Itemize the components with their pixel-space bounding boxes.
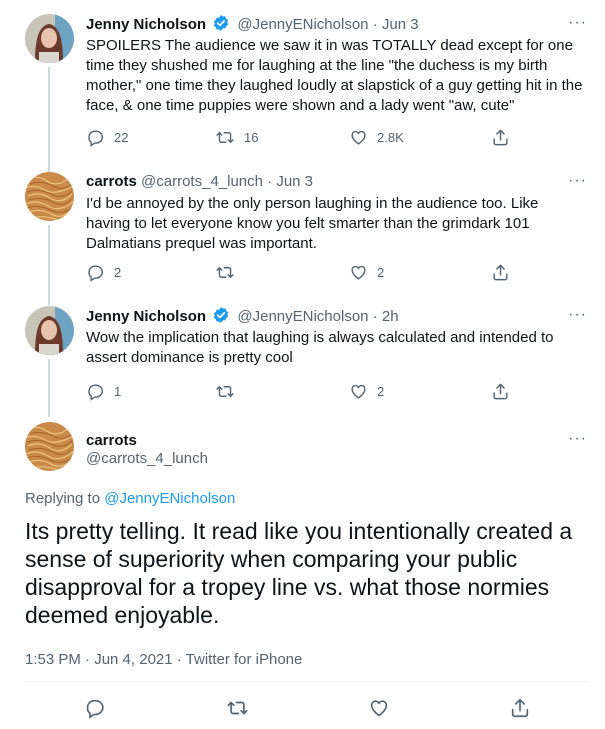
more-icon[interactable]: ··· (568, 431, 587, 447)
reply-button[interactable]: 1 (86, 382, 121, 401)
tweet-time[interactable]: · Jun 3 (373, 16, 419, 33)
like-button[interactable]: 2 (349, 263, 384, 282)
author-name[interactable]: Jenny Nicholson (86, 16, 206, 33)
tweet-time[interactable]: · Jun 3 (267, 173, 313, 190)
tweet-header: Jenny Nicholson @JennyENicholson · 2h (86, 306, 399, 327)
like-button[interactable] (368, 697, 390, 719)
focused-tweet-actions (0, 697, 605, 721)
thread-connector (48, 67, 50, 172)
more-icon[interactable]: ··· (568, 173, 587, 189)
share-icon (511, 698, 529, 718)
reply-icon (88, 384, 103, 401)
avatar-jenny[interactable] (25, 306, 74, 355)
retweet-icon (216, 132, 234, 143)
more-icon[interactable]: ··· (568, 307, 587, 323)
verified-badge-icon (214, 15, 229, 31)
author-name[interactable]: carrots (86, 173, 137, 190)
reply-button[interactable]: 2 (86, 263, 121, 282)
avatar-jenny[interactable] (25, 14, 74, 63)
thread-connector (48, 225, 50, 305)
tweet-text: I'd be annoyed by the only person laughi… (86, 195, 539, 252)
like-icon (370, 700, 388, 717)
author-handle[interactable]: @JennyENicholson (237, 16, 368, 33)
tweet-actions: 22 16 2.8K (86, 128, 526, 148)
retweet-icon (216, 386, 234, 397)
reply-count: 2 (114, 265, 122, 280)
author-handle[interactable]: @JennyENicholson (237, 308, 368, 325)
replying-prefix: Replying to (25, 490, 105, 507)
tweet-1[interactable]: Jenny Nicholson @JennyENicholson · Jun 3… (0, 14, 605, 172)
retweet-button[interactable]: 16 (215, 128, 258, 147)
retweet-count: 16 (244, 130, 259, 145)
verified-badge-icon (214, 307, 229, 323)
reply-count: 22 (114, 130, 129, 145)
share-icon (493, 264, 508, 281)
author-name[interactable]: Jenny Nicholson (86, 308, 206, 325)
reply-button[interactable] (84, 697, 106, 719)
avatar-carrots[interactable] (25, 422, 74, 471)
reply-icon (88, 130, 103, 147)
like-icon (351, 265, 366, 280)
like-button[interactable]: 2.8K (349, 128, 404, 147)
thread-connector (48, 359, 50, 417)
reply-count: 1 (114, 384, 122, 399)
avatar-carrots[interactable] (25, 172, 74, 221)
tweet-header: carrots @carrots_4_lunch · Jun 3 (86, 172, 313, 192)
share-button[interactable] (491, 382, 510, 401)
like-count: 2 (377, 384, 385, 399)
share-button[interactable] (491, 263, 510, 282)
divider (25, 681, 590, 682)
retweet-button[interactable] (226, 697, 249, 719)
tweet-text: Wow the implication that laughing is alw… (86, 329, 554, 366)
tweet-actions: 2 2 (86, 263, 526, 283)
tweet-actions: 1 2 (86, 382, 526, 402)
share-icon (493, 383, 508, 400)
replying-to-link[interactable]: @JennyENicholson (104, 490, 235, 507)
tweet-2[interactable]: carrots @carrots_4_lunch · Jun 3 ··· I'd… (0, 172, 605, 305)
like-icon (351, 384, 366, 399)
like-count: 2 (377, 265, 385, 280)
share-icon (493, 129, 508, 146)
share-button[interactable] (509, 697, 531, 719)
reply-icon (88, 265, 103, 282)
retweet-icon (227, 701, 248, 715)
focused-tweet-text: Its pretty telling. It read like you int… (25, 518, 573, 628)
tweet-3[interactable]: Jenny Nicholson @JennyENicholson · 2h ··… (0, 306, 605, 417)
tweet-text: SPOILERS The audience we saw it in was T… (86, 37, 583, 114)
like-count: 2.8K (377, 130, 404, 145)
retweet-button[interactable] (215, 263, 244, 282)
retweet-icon (216, 267, 234, 278)
retweet-button[interactable] (215, 382, 244, 401)
replying-to: Replying to @JennyENicholson (25, 489, 235, 509)
more-icon[interactable]: ··· (568, 15, 587, 31)
author-handle[interactable]: @carrots_4_lunch (141, 173, 263, 190)
tweet-header: Jenny Nicholson @JennyENicholson · Jun 3 (86, 14, 419, 35)
reply-button[interactable]: 22 (86, 128, 128, 147)
like-icon (351, 130, 366, 145)
tweet-meta[interactable]: 1:53 PM · Jun 4, 2021 · Twitter for iPho… (25, 650, 302, 670)
author-name[interactable]: carrots (86, 432, 137, 450)
tweet-time[interactable]: · 2h (373, 308, 399, 325)
like-button[interactable]: 2 (349, 382, 384, 401)
reply-icon (86, 699, 104, 719)
author-handle[interactable]: @carrots_4_lunch (86, 450, 208, 468)
share-button[interactable] (491, 128, 510, 147)
